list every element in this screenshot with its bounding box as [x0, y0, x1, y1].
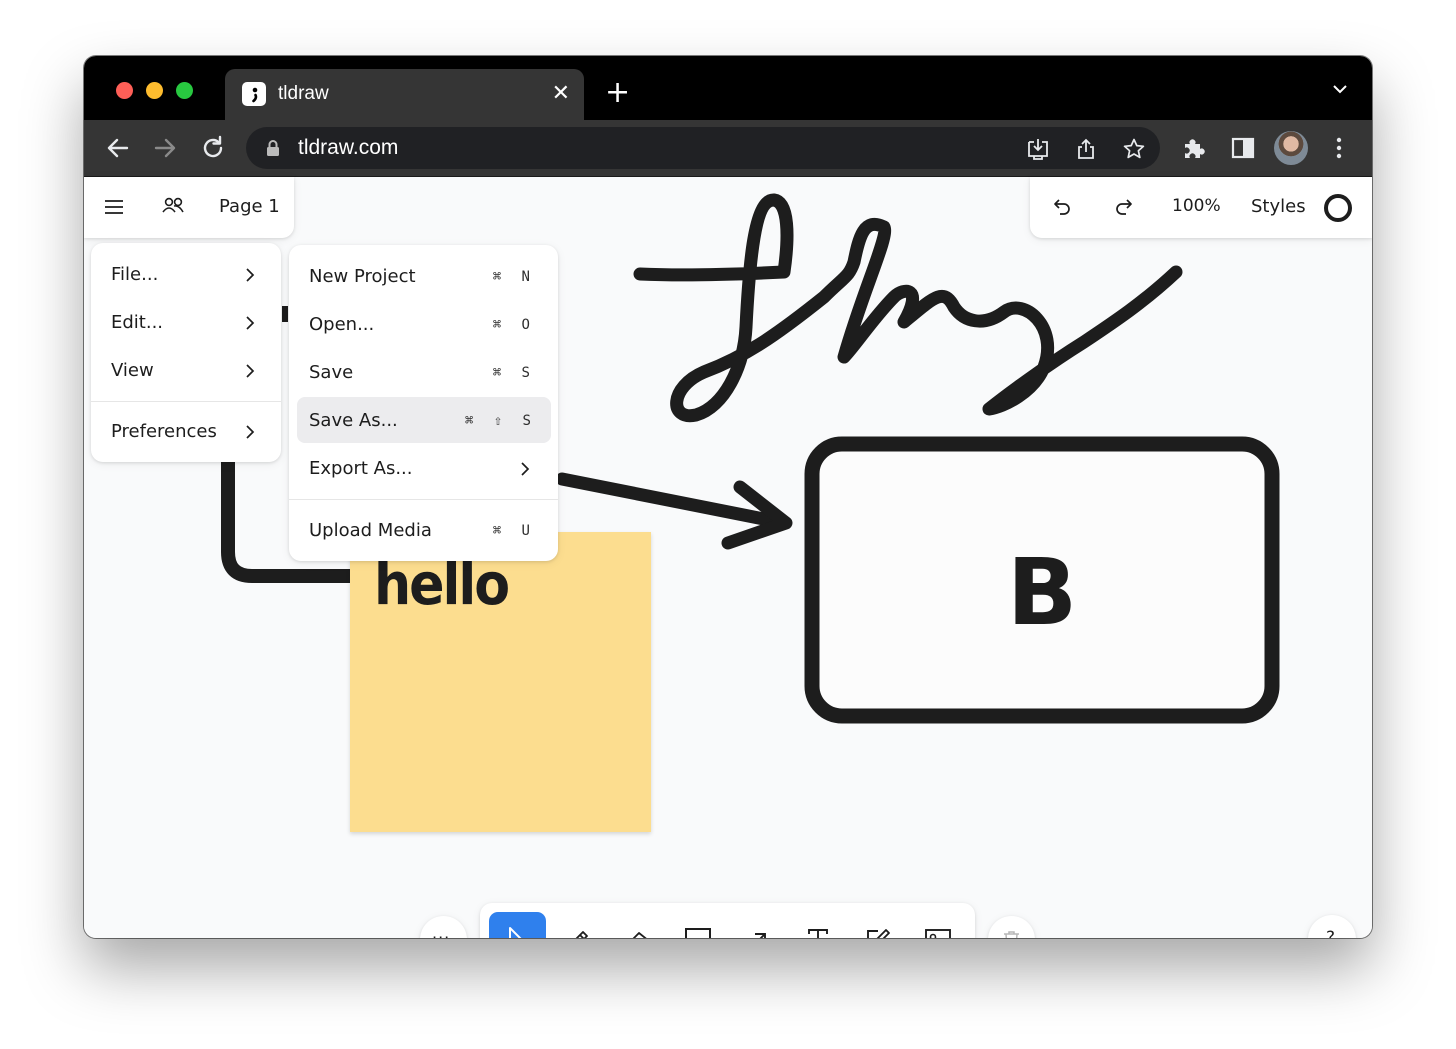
address-bar[interactable]: tldraw.com: [246, 127, 1160, 169]
shortcut-label: ⌘ ⇧ S: [464, 413, 537, 429]
menu-item-label: Save As...: [309, 410, 398, 431]
rectangle-icon: [684, 927, 711, 938]
text-tool-button[interactable]: [789, 912, 846, 938]
draw-tool-button[interactable]: [549, 912, 606, 938]
menu-hamburger-icon[interactable]: [104, 198, 124, 216]
menu-item-label: New Project: [309, 266, 416, 287]
menu-item-save-as[interactable]: Save As... ⌘ ⇧ S: [297, 397, 551, 443]
tab-bar: tldraw ✕ +: [84, 56, 1372, 120]
chevron-down-icon[interactable]: [1332, 84, 1348, 94]
rectangle-tool-button[interactable]: [669, 912, 726, 938]
pencil-icon: [574, 930, 588, 938]
menu-item-label: Export As...: [309, 458, 413, 479]
cursor-icon: [508, 926, 522, 938]
top-left-panel: Page 1: [84, 177, 294, 238]
menu-item-label: Open...: [309, 314, 375, 335]
style-color-circle-icon[interactable]: [1324, 194, 1352, 222]
side-panel-icon[interactable]: [1229, 134, 1257, 162]
file-submenu: New Project ⌘ N Open... ⌘ O Save ⌘ S Sav…: [289, 245, 558, 561]
eraser-icon: [631, 931, 647, 938]
page-selector[interactable]: Page 1: [219, 196, 280, 217]
shape-fragment: [282, 306, 288, 322]
url-text: tldraw.com: [298, 136, 399, 159]
tldraw-favicon-icon: [242, 82, 266, 106]
rectangle-label: B: [1007, 539, 1077, 646]
share-icon[interactable]: [1074, 137, 1098, 161]
forward-arrow-icon[interactable]: [151, 134, 179, 162]
back-arrow-icon[interactable]: [104, 134, 132, 162]
tab-close-icon[interactable]: ✕: [552, 82, 570, 106]
browser-tab[interactable]: tldraw ✕: [225, 69, 584, 120]
top-right-panel: 100% Styles: [1030, 177, 1372, 238]
undo-icon[interactable]: [1052, 196, 1074, 218]
tab-title: tldraw: [278, 83, 329, 104]
main-menu: File... Edit... View Preferences: [91, 243, 281, 462]
chevron-right-icon: [246, 364, 255, 378]
browser-toolbar: tldraw.com: [84, 120, 1372, 177]
chevron-right-icon: [521, 462, 530, 476]
profile-avatar[interactable]: [1274, 131, 1308, 165]
menu-divider: [289, 499, 558, 500]
menu-divider: [91, 401, 281, 402]
chevron-right-icon: [246, 316, 255, 330]
eraser-tool-button[interactable]: [609, 912, 666, 938]
install-app-icon[interactable]: [1026, 137, 1050, 161]
shortcut-label: ⌘ N: [492, 269, 536, 285]
image-icon: [924, 928, 951, 938]
menu-item-label: View: [111, 360, 154, 381]
menu-item-label: Upload Media: [309, 520, 432, 541]
tldraw-app: B hello Page 1 100% Styles File... Edit.…: [84, 177, 1372, 938]
lock-icon: [266, 139, 280, 157]
shortcut-label: ⌘ S: [492, 365, 536, 381]
extensions-puzzle-icon[interactable]: [1180, 134, 1208, 162]
menu-item-label: Save: [309, 362, 354, 383]
bookmark-star-icon[interactable]: [1122, 137, 1146, 161]
trash-icon: [1004, 931, 1019, 938]
chevron-right-icon: [246, 268, 255, 282]
styles-button[interactable]: Styles: [1251, 196, 1306, 217]
select-tool-button[interactable]: [489, 912, 546, 938]
close-window-button[interactable]: [116, 82, 133, 99]
text-icon: [807, 928, 828, 938]
new-tab-button[interactable]: +: [605, 78, 630, 108]
redo-icon[interactable]: [1112, 196, 1134, 218]
shortcut-label: ⌘ O: [492, 317, 536, 333]
reload-icon[interactable]: [199, 134, 227, 162]
image-tool-button[interactable]: [909, 912, 966, 938]
chevron-right-icon: [246, 425, 255, 439]
arrow-icon: [754, 932, 766, 938]
tools-toolbar: [480, 903, 975, 938]
menu-item-label: Edit...: [111, 312, 164, 333]
menu-item-label: File...: [111, 264, 159, 285]
shortcut-label: ⌘ U: [492, 523, 536, 539]
browser-menu-icon[interactable]: [1325, 134, 1353, 162]
maximize-window-button[interactable]: [176, 82, 193, 99]
sticky-note[interactable]: hello: [350, 532, 651, 832]
more-icon: ···: [432, 928, 451, 938]
menu-item-label: Preferences: [111, 421, 217, 442]
minimize-window-button[interactable]: [146, 82, 163, 99]
arrow-tool-button[interactable]: [729, 912, 786, 938]
browser-window: tldraw ✕ + tldraw.com B hello Page 1 100…: [84, 56, 1372, 938]
zoom-level[interactable]: 100%: [1172, 196, 1221, 216]
people-icon[interactable]: [162, 196, 186, 216]
sticky-note-icon: [866, 928, 890, 938]
help-icon: ?: [1326, 928, 1336, 938]
sticky-tool-button[interactable]: [849, 912, 906, 938]
